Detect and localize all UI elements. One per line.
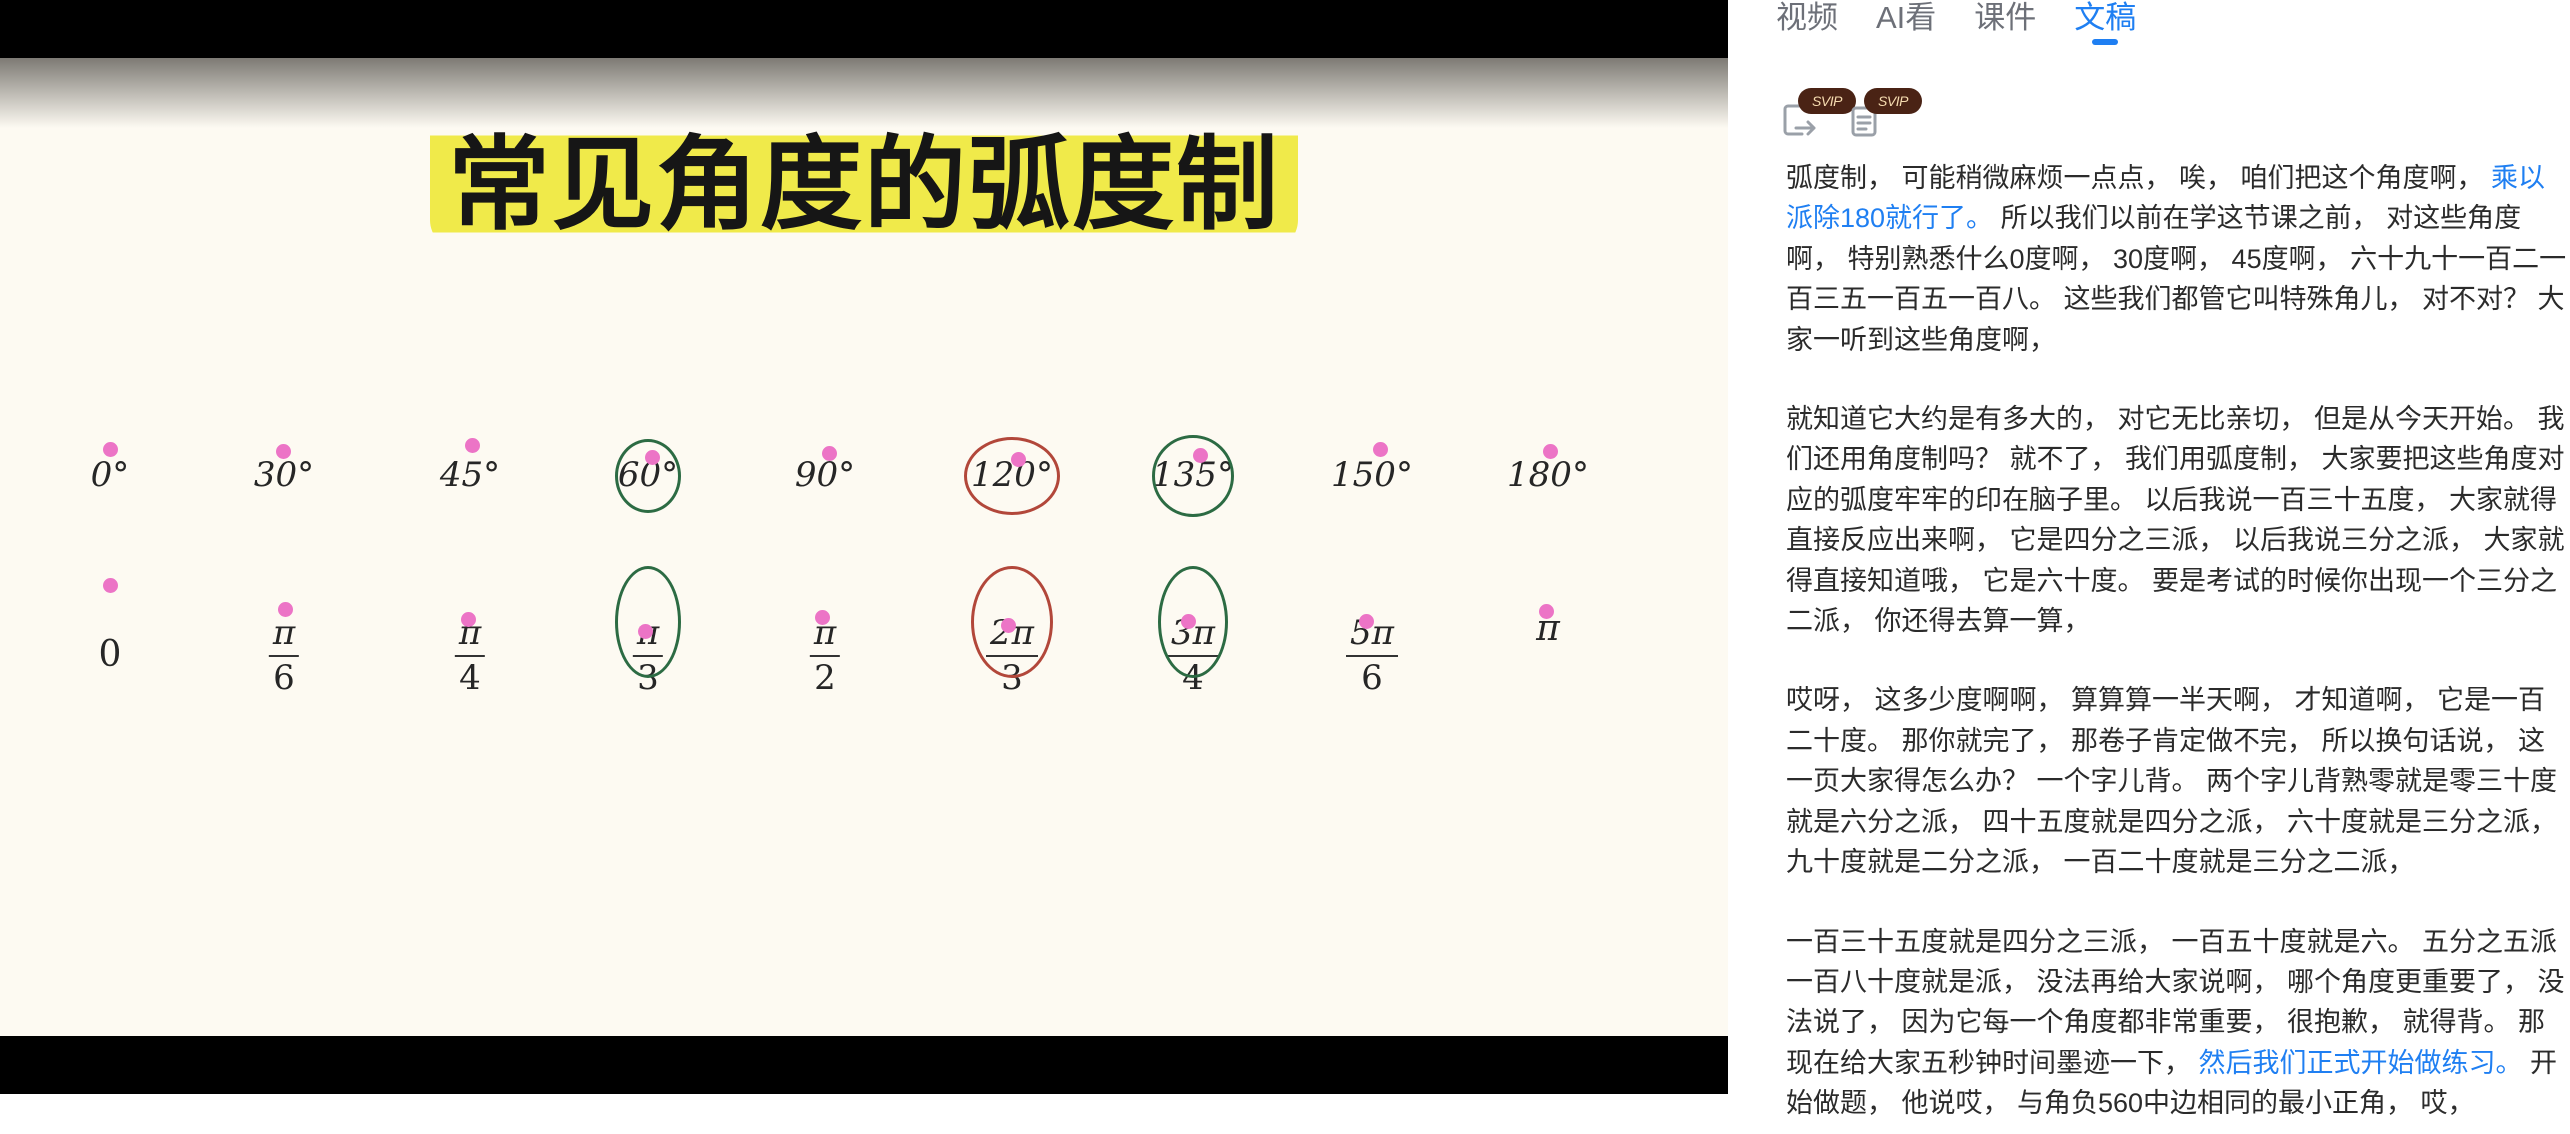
circle-annotation	[1152, 435, 1234, 517]
lecture-slide: 常见角度的弧度制 0° 30° 45° 60° 90° 120° 135° 150° 180° …	[0, 58, 1728, 1036]
panel-tabs: 视频 AI看 课件 文稿	[1776, 0, 2136, 45]
svip-badge: SVIP	[1864, 88, 1922, 114]
pen-dot	[1373, 442, 1388, 457]
transcript-paragraph: 哎呀， 这多少度啊啊， 算算算一半天啊， 才知道啊， 它是一百二十度。 那你就完…	[1786, 680, 2570, 882]
radian-label: π6	[268, 613, 300, 699]
transcript-paragraph: 弧度制， 可能稍微麻烦一点点， 唉， 咱们把这个角度啊， 乘以派除180就行了。…	[1786, 158, 2570, 360]
copy-document-button[interactable]: SVIP	[1846, 88, 1922, 137]
highlighted-sentence[interactable]: 然后我们正式开始做练习。	[2199, 1048, 2523, 1078]
transcript-body[interactable]: 弧度制， 可能稍微麻烦一点点， 唉， 咱们把这个角度啊， 乘以派除180就行了。…	[1754, 158, 2570, 1134]
side-panel: 视频 AI看 课件 文稿 SVIP SVIP 弧度制， 可能稍微麻烦一点点， 唉， 咱…	[1728, 0, 2570, 1134]
degree-label: 150°	[1331, 455, 1413, 495]
pen-dot	[822, 446, 837, 461]
tab-transcript[interactable]: 文稿	[2074, 0, 2136, 45]
pen-dot	[465, 438, 481, 453]
tab-ai-watch[interactable]: AI看	[1876, 0, 1936, 37]
transcript-paragraph: 就知道它大约是有多大的， 对它无比亲切， 但是从今天开始。 我们还用角度制吗？ …	[1786, 399, 2570, 641]
export-button[interactable]: SVIP	[1780, 88, 1856, 136]
fraction-denominator: 4	[459, 658, 481, 699]
radian-label: π2	[809, 613, 841, 699]
tab-courseware[interactable]: 课件	[1974, 0, 2036, 37]
degree-label: 90°	[794, 455, 856, 495]
degree-label: 30°	[253, 455, 315, 495]
pen-dot	[103, 578, 118, 593]
degree-label: 45°	[439, 455, 501, 495]
fraction-denominator: 2	[814, 658, 836, 699]
transcript-paragraph: 一百三十五度就是四分之三派， 一百五十度就是六。 五分之五派一百八十度就是派， …	[1786, 922, 2570, 1124]
fraction-numerator: π	[268, 613, 300, 658]
degree-label: 0°	[90, 455, 130, 495]
pen-dot	[638, 624, 653, 639]
pen-dot	[815, 610, 830, 625]
radian-value: 0	[98, 634, 122, 675]
circle-annotation	[964, 437, 1060, 515]
degree-label: 180°	[1507, 455, 1589, 495]
circle-annotation	[615, 566, 681, 678]
radian-label: π	[1536, 608, 1560, 649]
transcript-text: 弧度制， 可能稍微麻烦一点点， 唉， 咱们把这个角度啊，	[1786, 163, 2492, 193]
transcript-text: 就知道它大约是有多大的， 对它无比亲切， 但是从今天开始。 我们还用角度制吗？ …	[1786, 404, 2565, 637]
radian-fraction: π6	[268, 613, 300, 699]
pen-dot	[1180, 614, 1196, 629]
radian-label: 0	[99, 614, 122, 675]
video-player[interactable]: 常见角度的弧度制 0° 30° 45° 60° 90° 120° 135° 150° 180° …	[0, 0, 1728, 1094]
radian-fraction: π2	[809, 613, 841, 699]
tab-video[interactable]: 视频	[1776, 0, 1838, 37]
pen-dot	[103, 442, 118, 457]
pen-dot	[1000, 618, 1016, 633]
pen-dot	[277, 602, 293, 617]
transcript-toolbar: SVIP SVIP	[1780, 88, 1922, 137]
radian-fraction: 5π 6	[1346, 613, 1398, 699]
radian-label: 5π 6	[1346, 613, 1398, 699]
fraction-denominator: 6	[273, 658, 295, 699]
pen-dot	[1010, 452, 1026, 467]
slide-title-wrap: 常见角度的弧度制	[0, 103, 1728, 250]
pen-dot	[645, 450, 660, 465]
transcript-text: 哎呀， 这多少度啊啊， 算算算一半天啊， 才知道啊， 它是一百二十度。 那你就完…	[1786, 685, 2558, 878]
slide-title: 常见角度的弧度制	[430, 103, 1298, 250]
fraction-denominator: 6	[1361, 658, 1383, 699]
pen-dot	[1359, 614, 1374, 629]
